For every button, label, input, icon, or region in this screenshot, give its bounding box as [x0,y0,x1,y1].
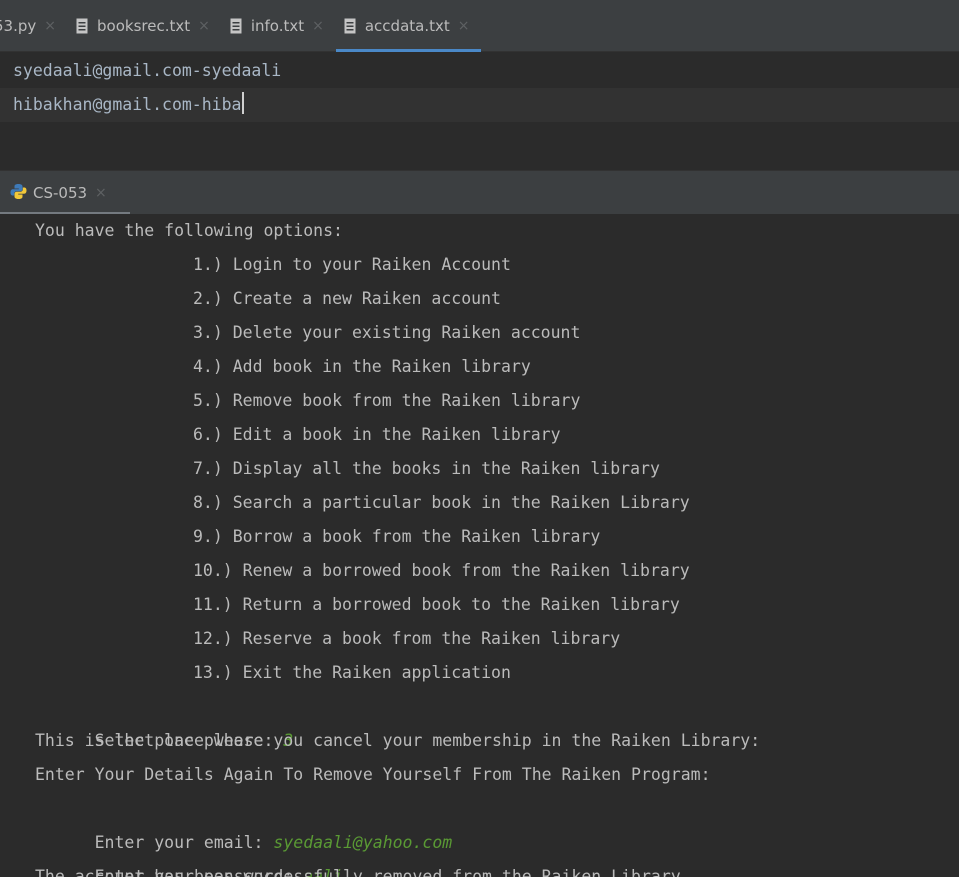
editor-line-2[interactable]: hibakhan@gmail.com-hiba [13,88,245,122]
editor-text-area[interactable]: syedaali@gmail.com-syedaali hibakhan@gma… [0,52,959,170]
email-prompt-line: Enter your email: syedaali@yahoo.com [35,792,453,852]
editor-line-text: hibakhan@gmail.com-hiba [13,95,242,114]
console-option: 12.) Reserve a book from the Raiken libr… [193,629,621,648]
console-option: 9.) Borrow a book from the Raiken librar… [193,527,601,546]
console-option: 10.) Renew a borrowed book from the Raik… [193,561,690,580]
close-icon[interactable]: × [458,18,470,34]
python-run-icon [10,183,33,204]
password-prompt-line: Enter your password: aali [35,826,343,877]
ide-window: 53.py × booksrec.txt × info.txt × accdat… [0,0,959,877]
editor-tab-accdata[interactable]: accdata.txt × [335,0,482,52]
details-message: Enter Your Details Again To Remove Yours… [35,765,711,784]
close-icon[interactable]: × [95,185,107,201]
close-icon[interactable]: × [44,18,56,34]
console-option: 4.) Add book in the Raiken library [193,357,531,376]
tab-label: booksrec.txt [97,17,191,35]
editor-tab-info[interactable]: info.txt × [222,0,336,52]
result-message: The account has been successfully remove… [35,867,691,877]
console-option: 11.) Return a borrowed book to the Raike… [193,595,680,614]
console-option: 3.) Delete your existing Raiken account [193,323,581,342]
text-file-icon [230,18,242,34]
editor-tab-strip: 53.py × booksrec.txt × info.txt × accdat… [0,0,959,52]
console-option: 8.) Search a particular book in the Raik… [193,493,690,512]
cancel-message: This is the place where you cancel your … [35,731,761,750]
editor-line-text: syedaali@gmail.com-syedaali [13,61,282,80]
run-console[interactable]: You have the following options: 1.) Logi… [0,214,959,877]
close-icon[interactable]: × [198,18,210,34]
text-file-icon [344,18,356,34]
console-option: 13.) Exit the Raiken application [193,663,511,682]
editor-tab-booksrec[interactable]: booksrec.txt × [68,0,222,52]
close-icon[interactable]: × [312,18,324,34]
tab-label: 53.py [0,17,37,35]
run-tab-label: CS-053 [33,184,88,202]
console-option: 1.) Login to your Raiken Account [193,255,511,274]
console-option: 6.) Edit a book in the Raiken library [193,425,561,444]
editor-tab-53py[interactable]: 53.py × [0,0,68,52]
text-file-icon [76,18,88,34]
console-header: You have the following options: [35,221,343,240]
run-tool-window-header: CS-053 × [0,170,959,215]
console-option: 2.) Create a new Raiken account [193,289,501,308]
select-prompt-line: Select one please: 3 [35,690,294,750]
tab-label: accdata.txt [364,17,450,35]
console-option: 7.) Display all the books in the Raiken … [193,459,660,478]
console-option: 5.) Remove book from the Raiken library [193,391,581,410]
editor-line-1[interactable]: syedaali@gmail.com-syedaali [13,54,281,88]
text-caret [242,92,245,114]
run-tab-cs053[interactable]: CS-053 × [0,171,130,215]
tab-label: info.txt [250,17,305,35]
